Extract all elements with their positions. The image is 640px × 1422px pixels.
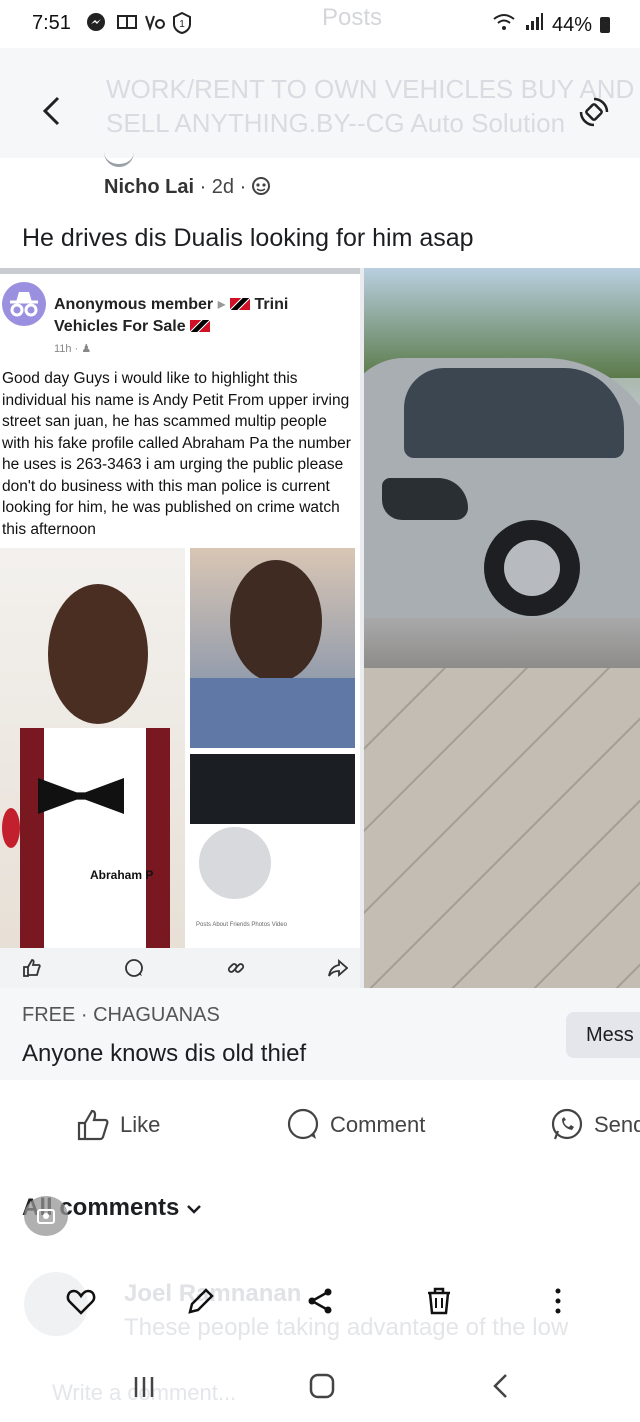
battery-icon (600, 17, 610, 33)
post-time: · 2d · (194, 176, 252, 198)
back-button[interactable] (40, 94, 62, 137)
cast-icon (116, 12, 138, 37)
post-actions: Like Comment Send (0, 1090, 640, 1154)
comment-icon (287, 1108, 319, 1140)
anonymous-member-line: Anonymous member ▸ Trini (54, 294, 288, 314)
camera-icon (37, 1209, 55, 1224)
comment-icon (124, 958, 144, 983)
post-author[interactable]: Nicho Lai (104, 176, 194, 198)
anonymous-avatar (2, 282, 46, 326)
group-name-line: Vehicles For Sale (54, 318, 211, 336)
trash-icon (428, 1287, 450, 1315)
send-button[interactable]: Send (550, 1108, 640, 1142)
screenshot-reaction-bar (0, 948, 360, 988)
post-meta: Nicho Lai · 2d · (104, 176, 270, 199)
image-edit-toolbar (0, 1280, 640, 1330)
screenshot-time-text: 11h · (54, 343, 82, 355)
pencil-icon (188, 1288, 214, 1314)
signal-icon (524, 12, 544, 38)
like-label: Like (120, 1112, 161, 1137)
favorite-button[interactable] (66, 1288, 96, 1321)
suspect-photo-tuxedo (0, 548, 185, 988)
group-name: Vehicles For Sale (54, 318, 186, 335)
home-button[interactable] (308, 1372, 336, 1405)
status-bar: 7:51 1 Posts 44% (0, 0, 640, 48)
comment-label: Comment (330, 1112, 426, 1137)
anonymous-name: Anonymous member (54, 296, 214, 313)
screenshot-top-bar (0, 268, 360, 274)
group-prefix: Trini (254, 296, 289, 313)
profile-mini-tabs: Posts About Friends Photos Video (196, 922, 287, 928)
suspect-photo-closeup (190, 548, 355, 748)
like-button[interactable]: Like (76, 1108, 160, 1142)
tt-flag-icon (190, 320, 211, 332)
author-avatar[interactable] (104, 144, 134, 167)
link-icon (226, 958, 246, 983)
rotate-button[interactable] (578, 96, 610, 128)
edit-button[interactable] (186, 1286, 216, 1321)
delete-button[interactable] (424, 1286, 454, 1321)
tt-flag-icon (230, 298, 251, 310)
profile-car-avatar (196, 824, 274, 902)
header: WORK/RENT TO OWN VEHICLES BUY AND SELL A… (0, 48, 640, 158)
ghost-group-title: WORK/RENT TO OWN VEHICLES BUY AND SELL A… (106, 74, 635, 138)
recent-apps-button[interactable] (132, 1374, 156, 1405)
thumbs-up-icon (22, 958, 42, 983)
post-caption: He drives dis Dualis looking for him asa… (22, 224, 474, 252)
auto-rotate-icon (579, 97, 609, 127)
screenshot-time: 11h · ♟ (54, 342, 91, 355)
profile-name: Abraham P (90, 868, 154, 882)
share-icon (308, 1288, 332, 1314)
car-photo (364, 268, 640, 988)
message-button[interactable]: Mess (566, 1012, 640, 1058)
chevron-down-icon (186, 1194, 202, 1221)
whatsapp-icon (551, 1108, 583, 1140)
group-icon: ♟ (81, 343, 92, 355)
incognito-icon (10, 292, 38, 317)
more-options-button[interactable] (552, 1286, 564, 1321)
post-image[interactable]: Anonymous member ▸ Trini Vehicles For Sa… (0, 268, 640, 988)
home-icon (309, 1373, 335, 1399)
listing-title: Anyone knows dis old thief (22, 1040, 307, 1067)
chevron-left-icon (42, 96, 60, 126)
nav-back-button[interactable] (490, 1372, 510, 1405)
heart-icon (66, 1289, 96, 1315)
status-time: 7:51 (32, 12, 71, 34)
svg-text:1: 1 (179, 19, 185, 30)
android-nav-bar (0, 1360, 640, 1422)
share-icon (328, 958, 349, 983)
friends-icon (251, 176, 270, 198)
recents-icon (134, 1377, 154, 1397)
battery-percent: 44% (551, 13, 592, 36)
thumbs-up-icon (77, 1109, 109, 1141)
wifi-icon (492, 12, 516, 38)
caret-right-icon: ▸ (217, 296, 226, 313)
notification-one-icon: 1 (172, 11, 192, 39)
messenger-icon (86, 12, 106, 37)
share-button[interactable] (306, 1286, 336, 1321)
screenshot-floating-button[interactable] (24, 1196, 68, 1236)
status-right: 44% (492, 12, 610, 38)
listing-tag: FREE · CHAGUANAS (22, 1004, 220, 1026)
cover-photo (190, 754, 355, 824)
comment-button[interactable]: Comment (286, 1108, 425, 1142)
voicemail-icon (144, 12, 168, 37)
screenshot-body: Good day Guys i would like to highlight … (2, 370, 351, 538)
embedded-screenshot: Anonymous member ▸ Trini Vehicles For Sa… (0, 268, 360, 988)
ghost-posts-title: Posts (322, 4, 383, 31)
chevron-left-icon (493, 1374, 507, 1398)
more-vertical-icon (555, 1288, 561, 1314)
send-label: Send (594, 1112, 640, 1137)
listing-info: FREE · CHAGUANAS Anyone knows dis old th… (0, 988, 640, 1080)
